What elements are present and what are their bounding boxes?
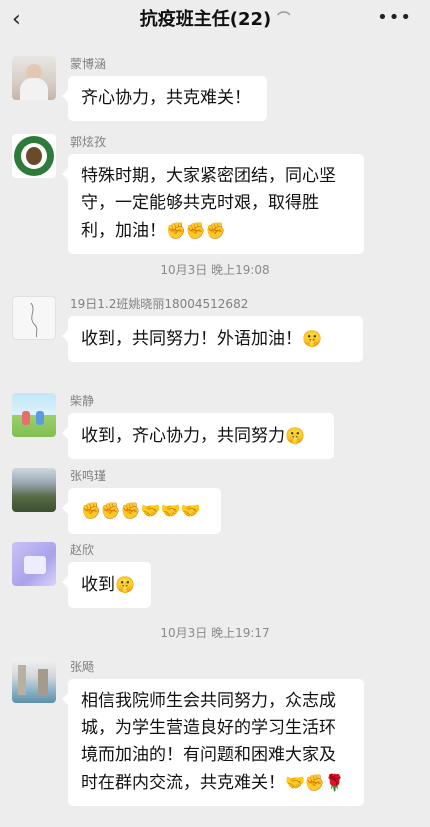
message-text: 收到，齐心协力，共同努力 bbox=[81, 426, 285, 446]
top-bar: ‹ 抗疫班主任(22) ⌒ ••• bbox=[0, 0, 430, 42]
sender-name: 张鸣瑾 bbox=[70, 469, 107, 483]
message-text: 齐心协力，共克难关！ bbox=[81, 88, 251, 108]
chat-area: 蒙博涵 齐心协力，共克难关！ 郭炫孜 特殊时期，大家紧密团结，同心坚守，一定能够… bbox=[0, 42, 430, 827]
avatar[interactable] bbox=[12, 659, 56, 703]
sender-name: 19日1.2班姚晓丽18004512682 bbox=[70, 297, 249, 311]
sender-name: 张飏 bbox=[70, 660, 95, 674]
message-bubble[interactable]: ✊✊✊🤝🤝🤝 bbox=[62, 488, 221, 534]
emoji-row: ✊✊✊🤝🤝🤝 bbox=[81, 501, 201, 520]
message-bubble[interactable]: 相信我院师生会共同努力，众志成城，为学生营造良好的学习生活环境而加油的！有问题和… bbox=[62, 679, 364, 806]
sender-name: 郭炫孜 bbox=[70, 135, 107, 149]
ear-icon: ⌒ bbox=[277, 12, 291, 27]
avatar[interactable] bbox=[12, 542, 56, 586]
message-bubble[interactable]: 收到，共同努力！外语加油！🤫 bbox=[62, 316, 363, 362]
avatar[interactable] bbox=[12, 134, 56, 178]
sender-name: 赵欣 bbox=[70, 543, 95, 557]
avatar[interactable] bbox=[12, 56, 56, 100]
timestamp: 10月3日 晚上19:17 bbox=[160, 626, 270, 640]
emoji-shush: 🤫 bbox=[115, 575, 135, 594]
emoji-fist: ✊✊✊ bbox=[166, 221, 226, 240]
more-icon[interactable]: ••• bbox=[377, 7, 412, 28]
group-name: 抗疫班主任(22) bbox=[139, 9, 272, 30]
emoji-shush: 🤫 bbox=[285, 426, 305, 445]
avatar[interactable] bbox=[12, 393, 56, 437]
avatar[interactable] bbox=[12, 468, 56, 512]
sender-name: 柴静 bbox=[70, 394, 95, 408]
chat-title: 抗疫班主任(22) ⌒ bbox=[0, 8, 430, 32]
timestamp: 10月3日 晚上19:08 bbox=[160, 263, 270, 277]
message-bubble[interactable]: 齐心协力，共克难关！ bbox=[62, 76, 267, 121]
emoji-shush: 🤫 bbox=[302, 329, 322, 348]
message-bubble[interactable]: 收到🤫 bbox=[62, 562, 151, 608]
sketch-icon bbox=[30, 302, 38, 338]
emoji-row: 🤝✊🌹 bbox=[285, 773, 345, 792]
message-bubble[interactable]: 收到，齐心协力，共同努力🤫 bbox=[62, 413, 334, 459]
message-bubble[interactable]: 特殊时期，大家紧密团结，同心坚守，一定能够共克时艰，取得胜利，加油！✊✊✊ bbox=[62, 154, 364, 254]
message-text: 收到，共同努力！外语加油！ bbox=[81, 329, 302, 349]
message-text: 收到 bbox=[81, 575, 115, 595]
sender-name: 蒙博涵 bbox=[70, 57, 107, 71]
avatar[interactable] bbox=[12, 296, 56, 340]
